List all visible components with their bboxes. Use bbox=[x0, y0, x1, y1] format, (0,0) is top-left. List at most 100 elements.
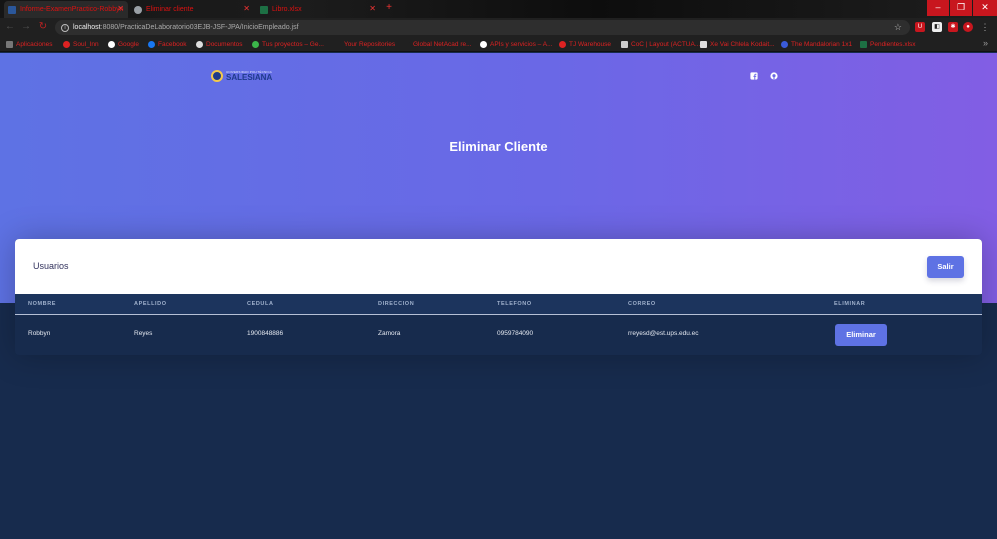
address-bar[interactable]: i localhost :8080/PracticaDeLaboratorio0… bbox=[55, 20, 910, 35]
url-host: localhost bbox=[73, 24, 101, 31]
exit-button[interactable]: Salir bbox=[927, 256, 964, 278]
back-icon[interactable]: ← bbox=[4, 21, 16, 33]
bookmark-label: The Mandalorian 1x1 bbox=[791, 41, 853, 48]
cell-nombre: Robbyn bbox=[28, 330, 51, 337]
browser-toolbar: ← → ↻ i localhost :8080/PracticaDeLabora… bbox=[0, 18, 997, 37]
bookmark-label: Tus proyectos – Ge... bbox=[262, 41, 324, 48]
delete-button[interactable]: Eliminar bbox=[835, 324, 887, 346]
bookmark-item[interactable]: APIs y servicios – A... bbox=[480, 39, 553, 50]
bookmark-icon bbox=[700, 41, 707, 48]
globe-icon bbox=[134, 5, 142, 14]
bookmark-item[interactable]: Global NetAcad re... bbox=[403, 39, 472, 50]
extension-icon[interactable]: U bbox=[915, 22, 925, 32]
bookmark-icon bbox=[781, 41, 788, 48]
card-title: Usuarios bbox=[33, 261, 69, 271]
bookmark-item[interactable]: Pendientes.xlsx bbox=[860, 39, 916, 50]
extension-icon[interactable]: ✱ bbox=[948, 22, 958, 32]
bookmark-item[interactable]: Aplicaciones bbox=[6, 39, 53, 50]
github-icon[interactable] bbox=[770, 72, 778, 80]
bookmark-item[interactable]: Xe Vai Chlela Kodait... bbox=[700, 39, 775, 50]
column-header: TELEFONO bbox=[497, 301, 532, 307]
cell-direccion: Zamora bbox=[378, 330, 401, 337]
forward-icon[interactable]: → bbox=[20, 21, 32, 33]
word-doc-icon bbox=[8, 5, 16, 14]
tab-title: Libro.xlsx bbox=[272, 6, 302, 13]
facebook-icon bbox=[148, 41, 155, 48]
bookmark-label: Aplicaciones bbox=[16, 41, 53, 48]
users-card: Usuarios Salir NOMBRE APELLIDO CEDULA DI… bbox=[15, 239, 982, 355]
bookmark-label: Your Repositories bbox=[344, 41, 396, 48]
bookmark-item[interactable]: CoC | Layout (ACTUA... bbox=[621, 39, 700, 50]
bookmark-item[interactable]: Soul_Inn bbox=[63, 39, 99, 50]
bookmark-label: APIs y servicios – A... bbox=[490, 41, 553, 48]
excel-icon bbox=[860, 41, 867, 48]
bookmark-label: Google bbox=[118, 41, 139, 48]
bookmark-label: Pendientes.xlsx bbox=[870, 41, 916, 48]
bookmarks-more-icon[interactable]: » bbox=[983, 38, 988, 48]
extension-icon[interactable]: ◧ bbox=[932, 22, 942, 32]
document-icon bbox=[196, 41, 203, 48]
table-header: NOMBRE APELLIDO CEDULA DIRECCION TELEFON… bbox=[15, 294, 982, 315]
brand-logo[interactable]: UNIVERSIDAD POLITÉCNICA SALESIANA bbox=[211, 69, 272, 83]
bookmark-icon bbox=[559, 41, 566, 48]
close-icon[interactable]: ✕ bbox=[369, 4, 376, 13]
reload-icon[interactable]: ↻ bbox=[37, 21, 49, 33]
bookmark-icon bbox=[63, 41, 70, 48]
bookmark-icon bbox=[621, 41, 628, 48]
column-header: NOMBRE bbox=[28, 301, 57, 307]
bookmark-label: CoC | Layout (ACTUA... bbox=[631, 41, 701, 48]
bookmark-icon bbox=[252, 41, 259, 48]
card-header: Usuarios Salir bbox=[15, 239, 982, 294]
bookmark-icon bbox=[403, 41, 410, 48]
cell-telefono: 0959784090 bbox=[497, 330, 534, 337]
bookmark-item[interactable]: Documentos bbox=[196, 39, 243, 50]
bookmark-item[interactable]: The Mandalorian 1x1 bbox=[781, 39, 852, 50]
menu-dots-icon[interactable]: ⋮ bbox=[980, 22, 990, 32]
column-header: DIRECCION bbox=[378, 301, 415, 307]
window-close-icon[interactable]: ✕ bbox=[973, 0, 997, 16]
bookmark-item[interactable]: TJ Warehouse bbox=[559, 39, 611, 50]
browser-tab[interactable]: Libro.xlsx ✕ bbox=[256, 1, 380, 18]
facebook-icon[interactable] bbox=[750, 72, 758, 80]
new-tab-icon[interactable]: + bbox=[383, 2, 395, 14]
maximize-icon[interactable]: ❐ bbox=[950, 0, 972, 16]
bookmark-icon bbox=[334, 41, 341, 48]
column-header: CORREO bbox=[628, 301, 656, 307]
apps-grid-icon bbox=[6, 41, 13, 48]
url-path: :8080/PracticaDeLaboratorio03EJB-JSF-JPA… bbox=[100, 24, 299, 31]
column-header: CEDULA bbox=[247, 301, 274, 307]
logo-text: SALESIANA bbox=[226, 72, 273, 82]
bookmark-item[interactable]: Your Repositories bbox=[334, 39, 395, 50]
profile-avatar-icon[interactable]: ● bbox=[963, 22, 973, 32]
bookmark-label: TJ Warehouse bbox=[569, 41, 612, 48]
bookmark-label: Facebook bbox=[158, 41, 187, 48]
tab-title: Eliminar cliente bbox=[146, 6, 194, 13]
close-icon[interactable]: ✕ bbox=[117, 4, 124, 13]
bookmark-item[interactable]: Tus proyectos – Ge... bbox=[252, 39, 324, 50]
cell-correo: rreyesd@est.ups.edu.ec bbox=[628, 330, 699, 337]
bookmark-item[interactable]: Google bbox=[108, 39, 139, 50]
minimize-icon[interactable]: – bbox=[927, 0, 949, 16]
star-icon[interactable]: ☆ bbox=[894, 22, 902, 33]
browser-tab-strip: Informe-ExamenPractico-Robbyn ✕ Eliminar… bbox=[0, 0, 997, 18]
cell-apellido: Reyes bbox=[134, 330, 153, 337]
bookmark-label: Soul_Inn bbox=[73, 41, 99, 48]
table-row: Robbyn Reyes 1900848886 Zamora 095978409… bbox=[15, 316, 982, 355]
column-header: APELLIDO bbox=[134, 301, 167, 307]
info-icon[interactable]: i bbox=[61, 23, 69, 32]
bookmark-label: Documentos bbox=[206, 41, 243, 48]
tab-title: Informe-ExamenPractico-Robbyn bbox=[20, 6, 124, 13]
cell-cedula: 1900848886 bbox=[247, 330, 284, 337]
excel-icon bbox=[260, 5, 268, 14]
page-title: Eliminar Cliente bbox=[449, 139, 548, 154]
browser-tab[interactable]: Informe-ExamenPractico-Robbyn ✕ bbox=[4, 1, 128, 18]
column-header: ELIMINAR bbox=[834, 301, 866, 307]
google-icon bbox=[480, 41, 487, 48]
bookmark-item[interactable]: Facebook bbox=[148, 39, 187, 50]
bookmark-label: Xe Vai Chlela Kodait... bbox=[710, 41, 775, 48]
google-icon bbox=[108, 41, 115, 48]
browser-tab[interactable]: Eliminar cliente ✕ bbox=[130, 1, 254, 18]
university-seal-icon bbox=[211, 70, 223, 82]
bookmark-label: Global NetAcad re... bbox=[413, 41, 472, 48]
close-icon[interactable]: ✕ bbox=[243, 4, 250, 13]
